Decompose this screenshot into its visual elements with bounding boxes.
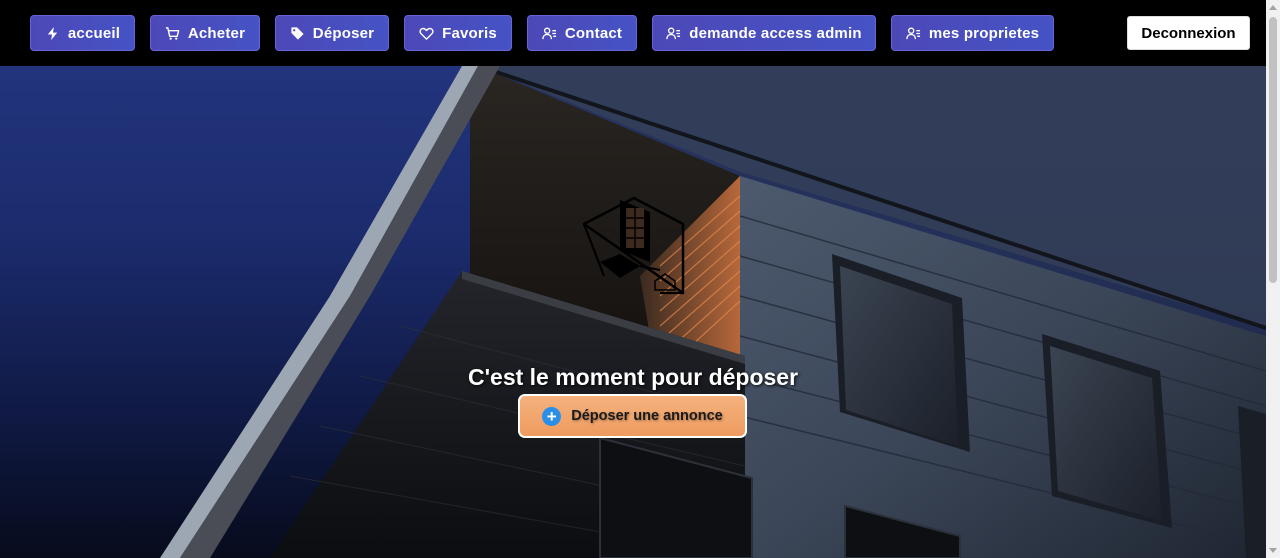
scroll-down-arrow-icon[interactable] [1269,548,1277,553]
nav-my-properties-button[interactable]: mes proprietes [891,15,1054,51]
cart-icon [165,26,180,40]
nav-acheter-button[interactable]: Acheter [150,15,260,51]
nav-contact-label: Contact [564,24,623,42]
building-background-image [160,66,1266,558]
post-listing-button[interactable]: + Déposer une annonce [518,394,747,438]
plus-circle-icon: + [542,406,562,426]
nav-acheter-label: Acheter [187,24,246,42]
post-listing-label: Déposer une annonce [571,408,723,424]
scroll-up-arrow-icon[interactable] [1269,5,1277,10]
hero-section: C'est le moment pour déposer + Déposer u… [0,66,1266,558]
user-list-icon [906,26,920,39]
nav-favoris-label: Favoris [442,24,497,42]
nav-deposer-label: Déposer [312,24,375,42]
tag-icon [291,26,304,40]
top-navbar: accueil Acheter Déposer Favoris Contact [0,0,1280,66]
nav-accueil-label: accueil [67,24,121,42]
bolt-icon [47,26,58,40]
logout-button[interactable]: Deconnexion [1127,16,1250,50]
scrollbar-thumb[interactable] [1269,17,1277,283]
nav-my-properties-label: mes proprietes [928,24,1040,42]
user-list-icon [542,26,556,39]
nav-admin-access-button[interactable]: demande access admin [652,15,876,51]
vertical-scrollbar[interactable] [1266,0,1280,558]
nav-admin-access-label: demande access admin [689,24,862,42]
user-list-icon [666,26,681,39]
nav-contact-button[interactable]: Contact [527,15,637,51]
nav-deposer-button[interactable]: Déposer [275,15,389,51]
nav-accueil-button[interactable]: accueil [30,15,135,51]
nav-favoris-button[interactable]: Favoris [404,15,512,51]
heart-icon [419,27,434,40]
hero-title: C'est le moment pour déposer [467,364,799,390]
